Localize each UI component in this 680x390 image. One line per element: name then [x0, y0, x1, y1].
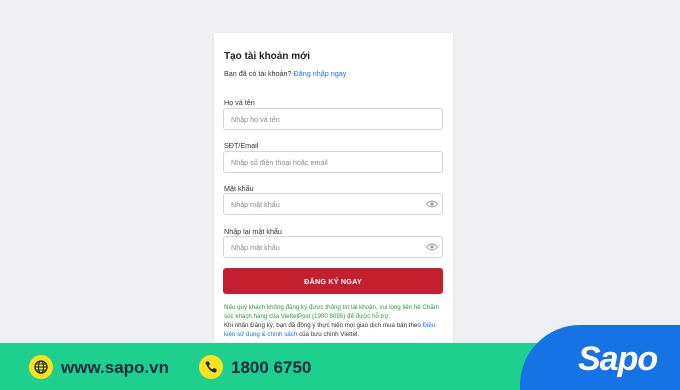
support-notice: Nếu quý khách không đăng ký được thông t… [224, 304, 439, 320]
terms-prefix: Khi nhấn Đăng ký, bạn đã đồng ý thực hiệ… [224, 322, 421, 329]
register-card: Tạo tài khoản mới Bạn đã có tài khoản? Đ… [214, 33, 453, 353]
globe-icon [29, 355, 53, 379]
eye-icon[interactable] [426, 200, 438, 208]
phone-text: 1800 6750 [231, 358, 312, 377]
form-title: Tạo tài khoản mới [224, 51, 311, 62]
phone-icon [199, 355, 223, 379]
website-text: www.sapo.vn [61, 358, 170, 377]
phone-email-input[interactable] [223, 151, 443, 173]
password-input[interactable] [223, 193, 443, 215]
fullname-label: Họ và tên [224, 98, 255, 107]
confirm-password-input[interactable] [223, 236, 443, 258]
register-button[interactable]: ĐĂNG KÝ NGAY [223, 268, 443, 294]
fullname-input[interactable] [223, 108, 443, 130]
login-prompt: Bạn đã có tài khoản? Đăng nhập ngay [224, 69, 346, 78]
sapo-logo: Sapo [578, 340, 658, 378]
confirm-password-label: Nhập lại mật khẩu [224, 227, 282, 236]
phone-email-label: SĐT/Email [224, 141, 259, 150]
login-link[interactable]: Đăng nhập ngay [294, 69, 347, 78]
terms-suffix: của bưu chính Viettel. [299, 331, 360, 338]
have-account-text: Bạn đã có tài khoản? [224, 69, 292, 78]
notice-text: Nếu quý khách không đăng ký được thông t… [224, 303, 448, 339]
eye-icon[interactable] [426, 243, 438, 251]
password-label: Mật khẩu [224, 184, 254, 193]
